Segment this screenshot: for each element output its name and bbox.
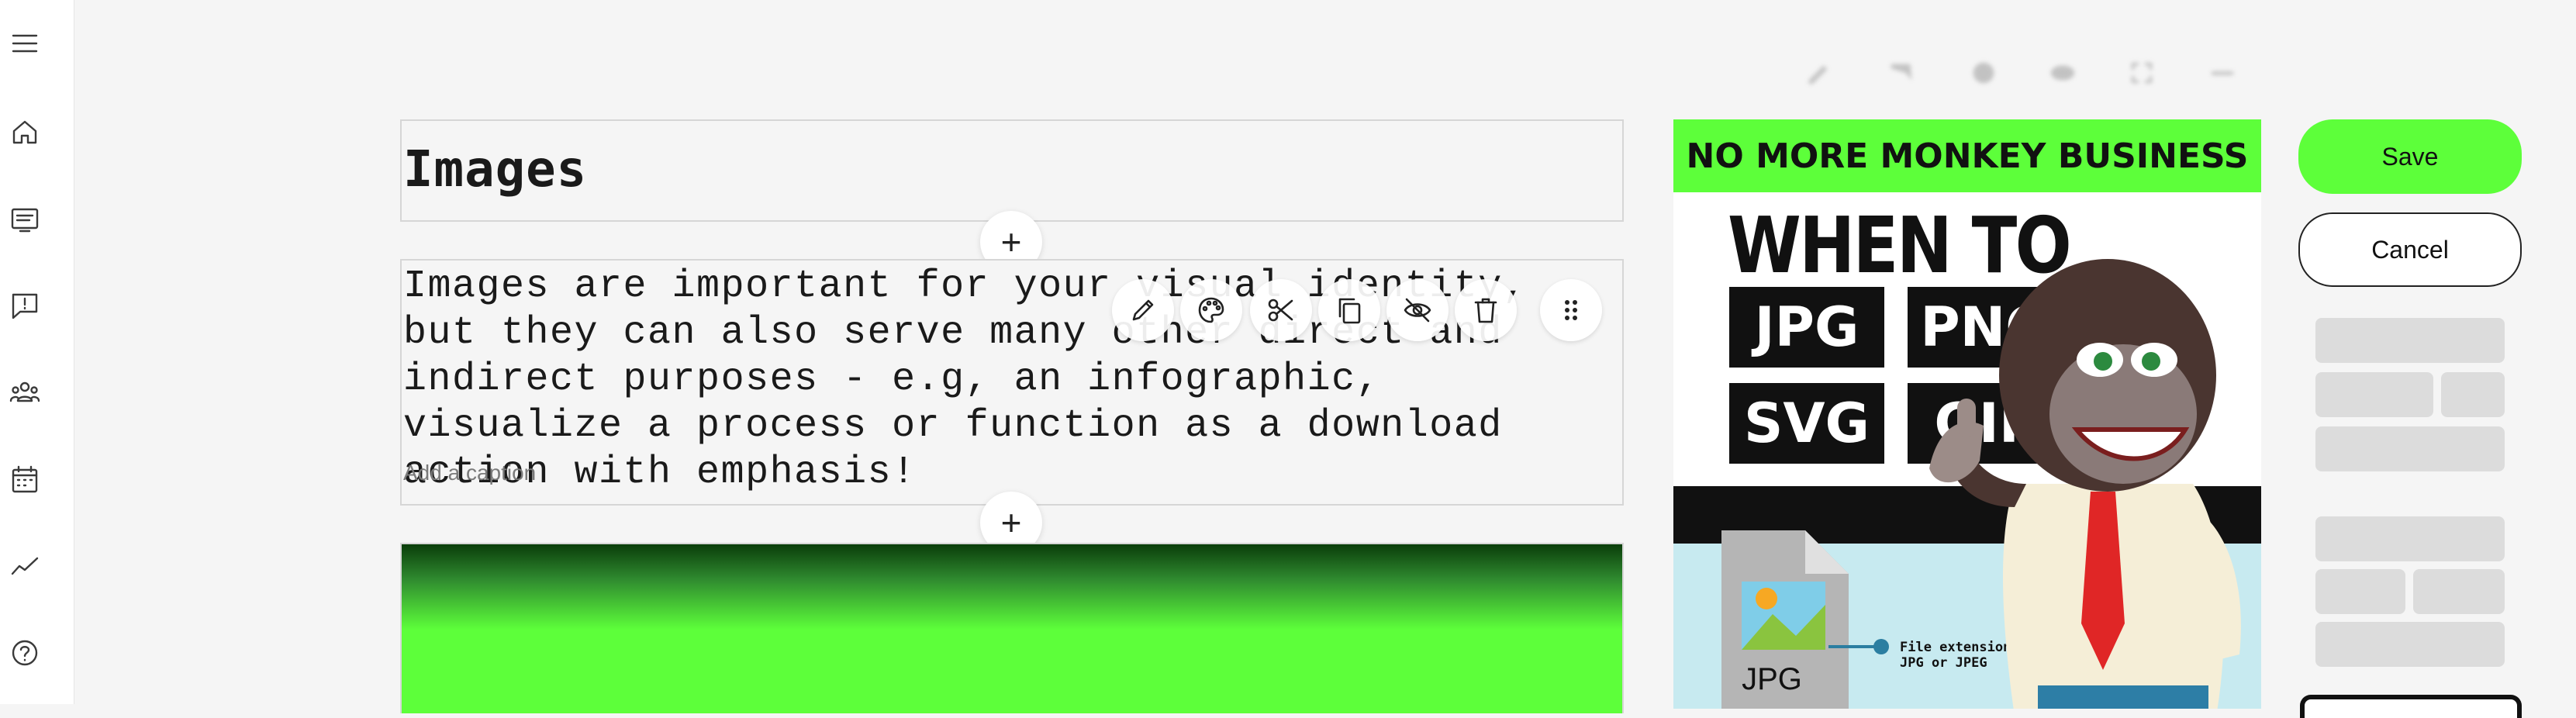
- analytics-icon[interactable]: [8, 549, 42, 583]
- caption-input[interactable]: Add a caption: [403, 461, 536, 485]
- save-button[interactable]: Save: [2298, 119, 2522, 194]
- gorilla-mascot-illustration: [1929, 259, 2241, 709]
- heading-block[interactable]: Images: [400, 119, 1624, 222]
- calendar-icon[interactable]: [8, 462, 42, 496]
- users-icon[interactable]: [8, 375, 42, 409]
- drag-handle-icon[interactable]: [1540, 279, 1602, 341]
- edit-icon[interactable]: [1112, 279, 1174, 341]
- skeleton-placeholder: [2441, 372, 2505, 417]
- poster-banner: NO MORE MONKEY BUSINESS: [1673, 119, 2261, 192]
- infographic-image: NO MORE MONKEY BUSINESS WHEN TO USE JPG …: [1673, 119, 2261, 709]
- cancel-button[interactable]: Cancel: [2298, 212, 2522, 287]
- content-icon[interactable]: [8, 202, 42, 236]
- circle-icon[interactable]: [1965, 54, 2002, 91]
- palette-icon[interactable]: [1180, 279, 1242, 341]
- file-type-label: JPG: [1742, 662, 1802, 696]
- hide-icon[interactable]: [1386, 279, 1449, 341]
- feedback-icon[interactable]: [8, 288, 42, 323]
- more-icon[interactable]: [2204, 54, 2241, 91]
- help-icon[interactable]: [8, 636, 42, 670]
- copy-icon[interactable]: [1318, 279, 1380, 341]
- format-tag: JPG: [1729, 287, 1884, 368]
- sidebar: [0, 0, 74, 704]
- skeleton-placeholder: [2315, 516, 2505, 561]
- visibility-icon[interactable]: [2044, 54, 2081, 91]
- home-icon[interactable]: [8, 115, 42, 149]
- image-block[interactable]: [400, 543, 1624, 713]
- skeleton-placeholder: [2315, 318, 2505, 363]
- skeleton-placeholder: [2315, 569, 2405, 614]
- format-tag: SVG: [1729, 383, 1884, 464]
- delete-icon[interactable]: [1455, 279, 1517, 341]
- flag-icon[interactable]: [1883, 54, 1920, 91]
- skeleton-placeholder: [2315, 372, 2433, 417]
- edit-icon[interactable]: [1801, 54, 1838, 91]
- menu-icon[interactable]: [8, 26, 42, 60]
- skeleton-placeholder: [2315, 426, 2505, 471]
- cut-icon[interactable]: [1250, 279, 1312, 341]
- fullscreen-icon[interactable]: [2123, 54, 2160, 91]
- skeleton-placeholder: [2315, 622, 2505, 667]
- skeleton-placeholder: [2413, 569, 2505, 614]
- page-title[interactable]: Images: [403, 141, 587, 198]
- extra-button[interactable]: [2300, 695, 2522, 718]
